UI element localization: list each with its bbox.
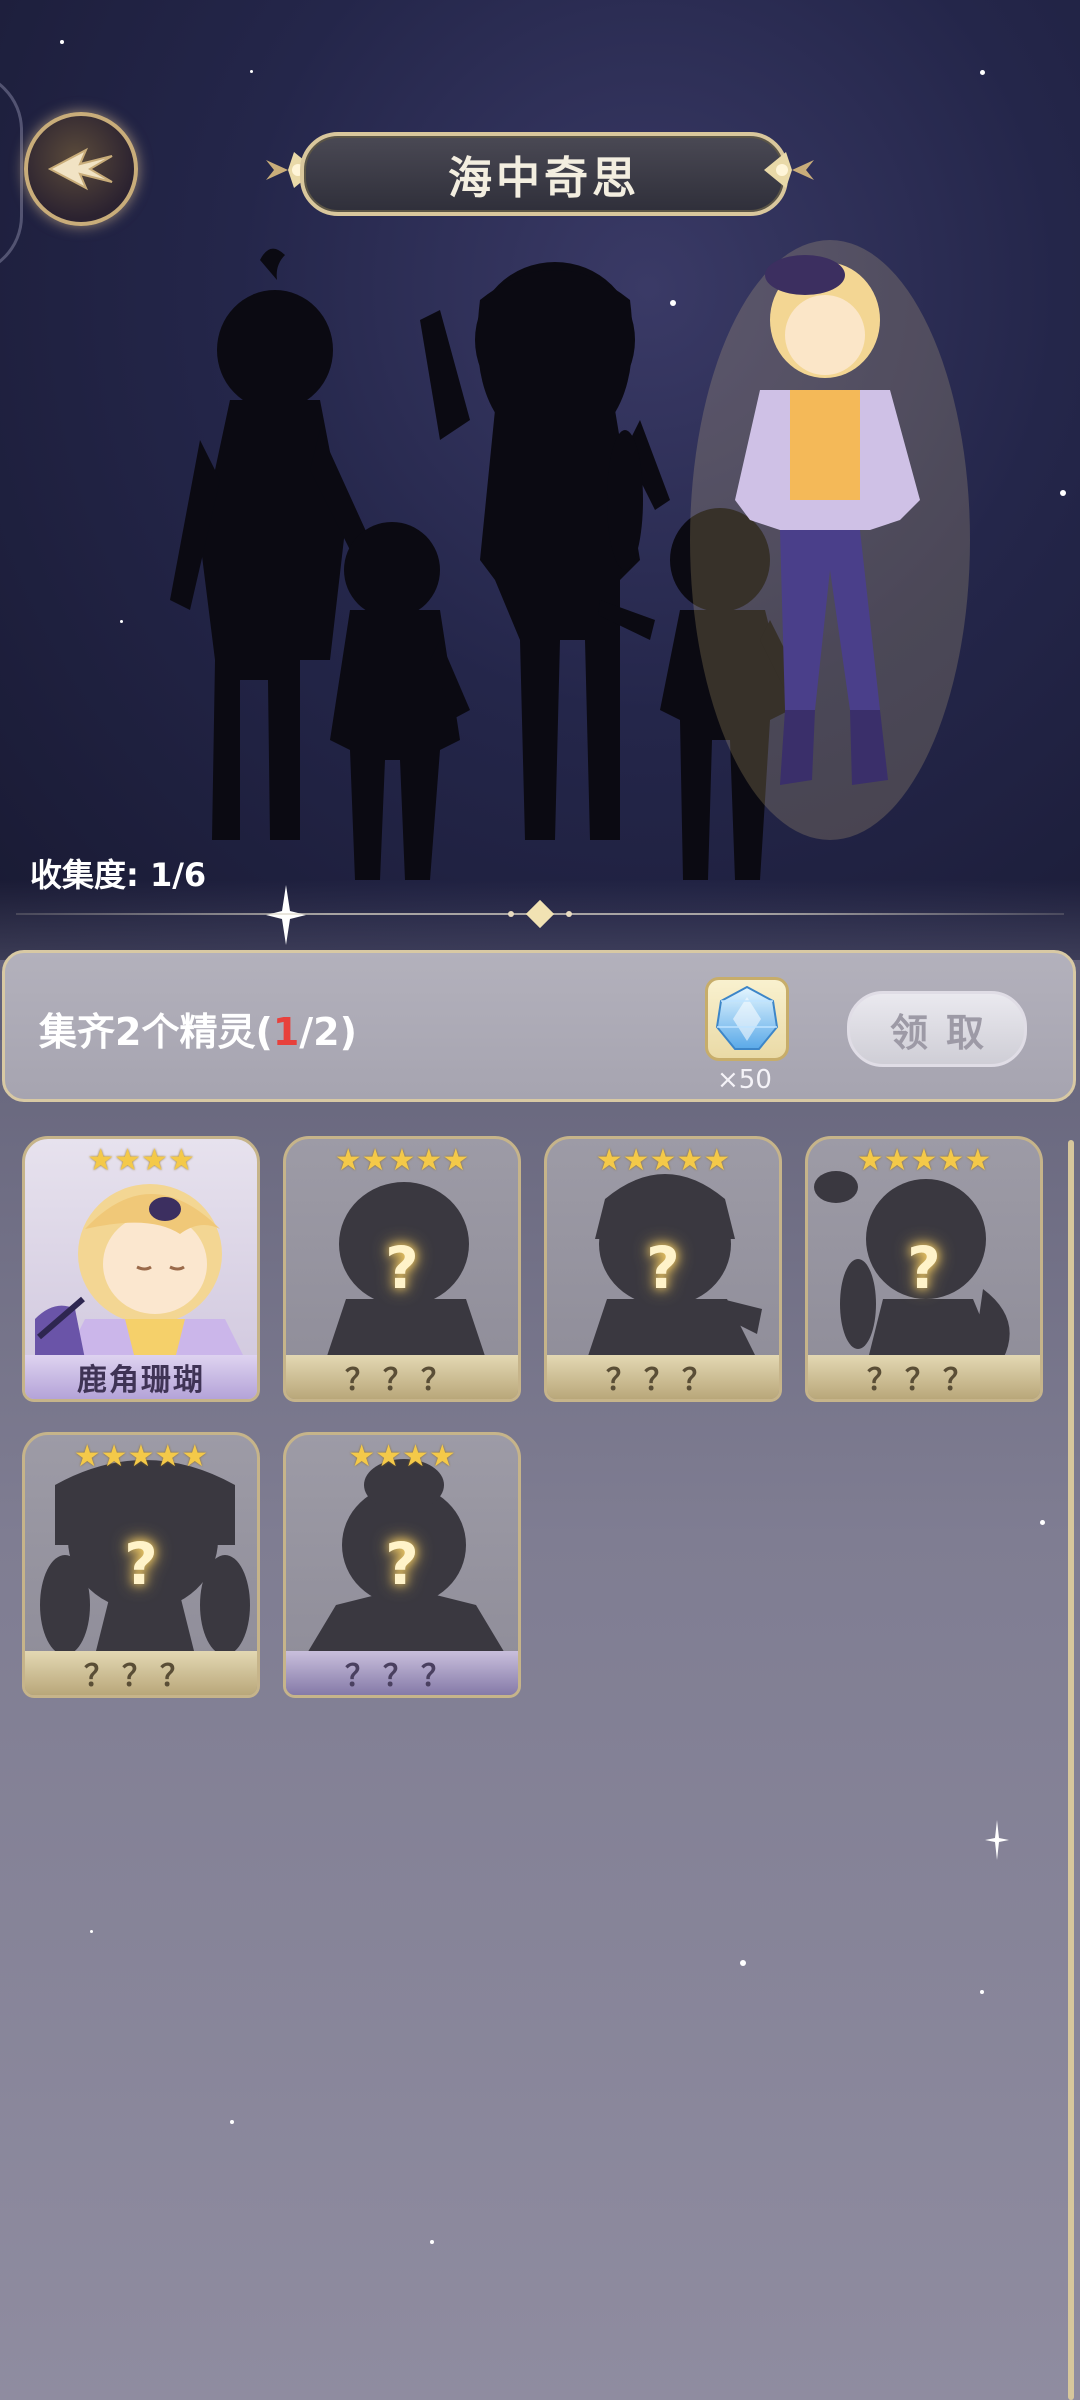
character-lineup <box>170 240 970 880</box>
back-button[interactable] <box>24 112 138 226</box>
page-title: 海中奇思 <box>448 153 640 204</box>
rarity-stars: ★★★★★ <box>334 1142 470 1178</box>
reward-count: ×50 <box>717 1065 772 1095</box>
title-ornament-right-icon <box>764 152 814 188</box>
character-portrait <box>35 1184 245 1359</box>
silhouette-figure-3 <box>420 262 670 840</box>
page-indicator-dot <box>508 911 514 917</box>
star-decor <box>250 70 253 73</box>
character-name: ？？？ <box>25 1651 257 1695</box>
star-decor <box>980 70 985 75</box>
back-arrow-icon <box>47 147 113 191</box>
star-decor <box>1040 1520 1045 1525</box>
unknown-icon: ? <box>646 1234 680 1302</box>
rarity-stars: ★★★★ <box>348 1438 456 1474</box>
star-decor <box>740 1960 746 1966</box>
collection-task-bar: 集齐2个精灵(1/2) ×50 领取 <box>2 950 1076 1102</box>
rarity-stars: ★★★★★ <box>856 1142 992 1178</box>
character-name: 鹿角珊瑚 <box>25 1355 257 1399</box>
sparkle-icon <box>985 1820 1009 1860</box>
silhouette-figure-2 <box>330 522 470 880</box>
claim-button[interactable]: 领取 <box>847 991 1027 1067</box>
character-name: ？？？ <box>286 1355 518 1399</box>
claim-button-label: 领取 <box>889 1010 1002 1055</box>
reward-item[interactable] <box>705 977 789 1061</box>
character-card-owned[interactable]: ★★★★ 鹿角珊瑚 <box>22 1136 260 1402</box>
star-decor <box>980 1990 984 1994</box>
crystal-icon <box>715 985 779 1050</box>
character-name: ？？？ <box>547 1355 779 1399</box>
character-card-locked[interactable]: ★★★★★ ? ？？？ <box>22 1432 260 1698</box>
title-banner: 海中奇思 <box>300 132 788 216</box>
silhouette-figure-1 <box>170 248 370 840</box>
page-indicator-dot <box>566 911 572 917</box>
character-card-locked[interactable]: ★★★★★ ? ？？？ <box>805 1136 1043 1402</box>
rarity-stars: ★★★★★ <box>595 1142 731 1178</box>
rarity-stars: ★★★★ <box>87 1142 195 1178</box>
scrollbar[interactable] <box>1068 1140 1074 2400</box>
rarity-stars: ★★★★★ <box>73 1438 209 1474</box>
task-current-count: 1 <box>272 1010 300 1054</box>
character-card-locked[interactable]: ★★★★★ ? ？？？ <box>283 1136 521 1402</box>
star-decor <box>230 2120 234 2124</box>
task-text-suffix: /2) <box>299 1010 357 1054</box>
revealed-character-luojiao-shanhu <box>690 240 970 840</box>
character-card-locked[interactable]: ★★★★★ ? ？？？ <box>544 1136 782 1402</box>
star-decor <box>90 1930 93 1933</box>
task-text-prefix: 集齐2个精灵( <box>39 1010 273 1054</box>
collection-progress-label: 收集度: 1/6 <box>30 856 207 894</box>
character-card-locked[interactable]: ★★★★ ? ？？？ <box>283 1432 521 1698</box>
character-name: ？？？ <box>808 1355 1040 1399</box>
unknown-icon: ? <box>124 1530 158 1598</box>
unknown-icon: ? <box>385 1234 419 1302</box>
character-name: ？？？ <box>286 1651 518 1695</box>
unknown-icon: ? <box>385 1530 419 1598</box>
star-decor <box>60 40 64 44</box>
star-decor <box>430 2240 434 2244</box>
task-description: 集齐2个精灵(1/2) <box>39 1001 357 1056</box>
unknown-icon: ? <box>907 1234 941 1302</box>
